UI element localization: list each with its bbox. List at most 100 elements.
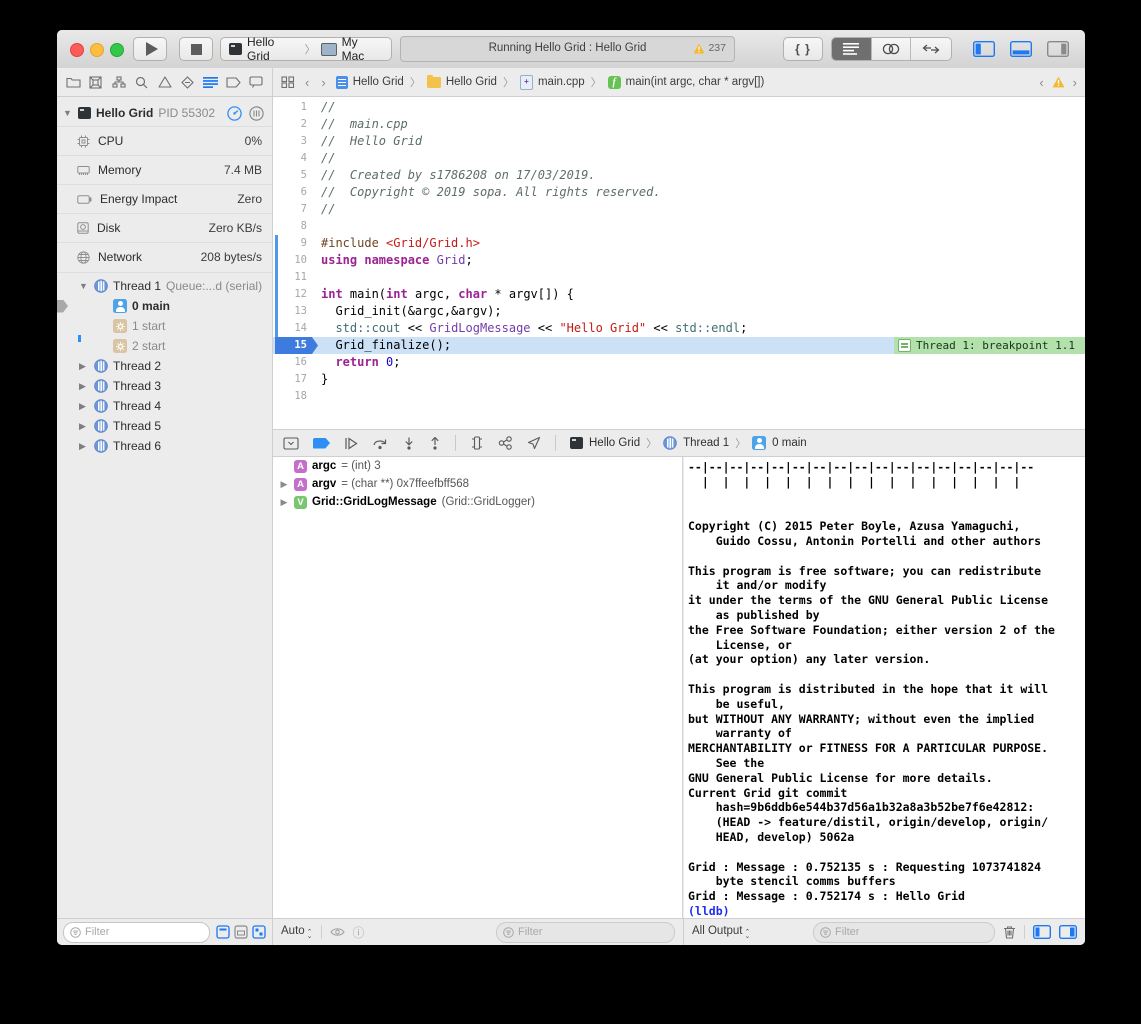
variables-filter-field[interactable]: Filter (496, 922, 675, 943)
gauge-row-disk[interactable]: DiskZero KB/s (57, 213, 272, 242)
code-line[interactable]: 8 (273, 218, 1085, 235)
warning-count-badge[interactable]: 237 (693, 42, 726, 54)
scheme-selector[interactable]: Hello Grid 〉 My Mac (220, 37, 392, 61)
memory-debug-icon[interactable] (249, 106, 264, 121)
issue-navigator-tab[interactable] (156, 73, 174, 91)
code-line[interactable]: 6// Copyright © 2019 sopa. All rights re… (273, 184, 1085, 201)
thread-row[interactable]: ▶Thread 6 (57, 436, 272, 456)
line-number[interactable]: 7 (273, 201, 321, 218)
breadcrumb-project[interactable]: Hello Grid (336, 76, 404, 89)
step-into-button[interactable] (403, 437, 415, 450)
disclosure-right-icon[interactable]: ▶ (79, 441, 89, 452)
code-line[interactable]: 3// Hello Grid (273, 133, 1085, 150)
toggle-inspector-button[interactable] (1039, 37, 1076, 61)
line-number[interactable]: 14 (273, 320, 321, 337)
breadcrumb-group[interactable]: Hello Grid (427, 76, 497, 88)
filter-crashed-toggle[interactable] (234, 925, 248, 939)
code-line[interactable]: 1// (273, 99, 1085, 116)
code-line[interactable]: 15 Grid_finalize();Thread 1: breakpoint … (273, 337, 1085, 354)
code-line[interactable]: 13 Grid_init(&argc,&argv); (273, 303, 1085, 320)
zoom-window-button[interactable] (110, 43, 124, 57)
report-navigator-tab[interactable] (247, 73, 265, 91)
issue-warning-icon[interactable] (1052, 76, 1065, 88)
close-window-button[interactable] (70, 43, 84, 57)
breakpoint-annotation[interactable]: Thread 1: breakpoint 1.1 (894, 337, 1085, 354)
thread-row[interactable]: ▶Thread 2 (57, 356, 272, 376)
scope-selector[interactable]: Auto⌃⌄ (281, 925, 313, 939)
thread-row[interactable]: ▶Thread 5 (57, 416, 272, 436)
line-number[interactable]: 17 (273, 371, 321, 388)
stack-frame-row[interactable]: 1 start (57, 316, 272, 336)
thread-row[interactable]: ▼Thread 1Queue:...d (serial) (57, 276, 272, 296)
line-number[interactable]: 5 (273, 167, 321, 184)
hide-debug-area-button[interactable] (283, 437, 299, 450)
view-hierarchy-button[interactable] (470, 436, 484, 450)
console-output[interactable]: --|--|--|--|--|--|--|--|--|--|--|--|--|-… (684, 457, 1085, 918)
line-number[interactable]: 12 (273, 286, 321, 303)
toggle-console-view-button[interactable] (1059, 925, 1077, 939)
code-line[interactable]: 17} (273, 371, 1085, 388)
minimize-window-button[interactable] (90, 43, 104, 57)
code-line[interactable]: 16 return 0; (273, 354, 1085, 371)
disclosure-right-icon[interactable]: ▶ (79, 381, 89, 392)
line-number[interactable]: 10 (273, 252, 321, 269)
debug-crumb-process[interactable]: Hello Grid (589, 437, 640, 449)
variable-row[interactable]: ▶VGrid::GridLogMessage(Grid::GridLogger) (273, 493, 682, 511)
breakpoint-navigator-tab[interactable] (224, 73, 242, 91)
code-line[interactable]: 9#include <Grid/Grid.h> (273, 235, 1085, 252)
code-snippets-button[interactable]: { } (783, 37, 823, 61)
variables-view[interactable]: Aargc= (int) 3▶Aargv= (char **) 0x7ffeef… (273, 457, 683, 918)
next-issue-button[interactable]: › (1073, 75, 1077, 90)
step-over-button[interactable] (372, 437, 389, 450)
run-button[interactable] (133, 37, 167, 61)
source-control-navigator-tab[interactable] (87, 73, 105, 91)
line-number[interactable]: 13 (273, 303, 321, 320)
line-number[interactable]: 9 (273, 235, 321, 252)
simulate-location-button[interactable] (527, 436, 541, 450)
step-out-button[interactable] (429, 437, 441, 450)
breadcrumb-function[interactable]: fmain(int argc, char * argv[]) (608, 76, 765, 89)
disclosure-down-icon[interactable]: ▼ (79, 281, 89, 291)
find-navigator-tab[interactable] (133, 73, 151, 91)
symbol-navigator-tab[interactable] (110, 73, 128, 91)
disclosure-right-icon[interactable]: ▶ (79, 401, 89, 412)
line-number[interactable]: 16 (273, 354, 321, 371)
related-items-icon[interactable] (281, 76, 295, 88)
line-number[interactable]: 18 (273, 388, 321, 405)
disclosure-down-icon[interactable]: ▼ (63, 108, 73, 118)
thread-row[interactable]: ▶Thread 4 (57, 396, 272, 416)
debug-navigator-tab[interactable] (201, 73, 219, 91)
continue-button[interactable] (344, 437, 358, 450)
code-line[interactable]: 18 (273, 388, 1085, 405)
stop-button[interactable] (179, 37, 213, 61)
gauge-row-cpu[interactable]: CPU0% (57, 126, 272, 155)
disclosure-right-icon[interactable]: ▶ (279, 497, 289, 508)
toggle-variables-view-button[interactable] (1033, 925, 1051, 939)
line-number[interactable]: 3 (273, 133, 321, 150)
disclosure-right-icon[interactable]: ▶ (79, 361, 89, 372)
code-line[interactable]: 10using namespace Grid; (273, 252, 1085, 269)
line-number[interactable]: 11 (273, 269, 321, 286)
code-line[interactable]: 4// (273, 150, 1085, 167)
gauge-row-energy-impact[interactable]: Energy ImpactZero (57, 184, 272, 213)
gauge-row-memory[interactable]: Memory7.4 MB (57, 155, 272, 184)
previous-issue-button[interactable]: ‹ (1039, 75, 1043, 90)
clear-console-button[interactable] (1003, 925, 1016, 939)
code-line[interactable]: 12int main(int argc, char * argv[]) { (273, 286, 1085, 303)
assistant-editor-button[interactable] (872, 38, 912, 60)
code-line[interactable]: 2// main.cpp (273, 116, 1085, 133)
standard-editor-button[interactable] (832, 38, 872, 60)
variable-row[interactable]: ▶Aargv= (char **) 0x7ffeefbff568 (273, 475, 682, 493)
variable-row[interactable]: Aargc= (int) 3 (273, 457, 682, 475)
quicklook-eye-icon[interactable] (330, 927, 345, 937)
line-number[interactable]: 6 (273, 184, 321, 201)
line-number[interactable]: 8 (273, 218, 321, 235)
project-navigator-tab[interactable] (64, 73, 82, 91)
breadcrumb-file[interactable]: +main.cpp (520, 75, 585, 90)
pause-process-icon[interactable] (227, 106, 242, 121)
filter-breakpoints-toggle[interactable] (216, 925, 230, 939)
stack-frame-row[interactable]: 0 main (57, 296, 272, 316)
version-editor-button[interactable] (911, 38, 951, 60)
stack-frame-row[interactable]: 2 start (57, 336, 272, 356)
line-number[interactable]: 4 (273, 150, 321, 167)
